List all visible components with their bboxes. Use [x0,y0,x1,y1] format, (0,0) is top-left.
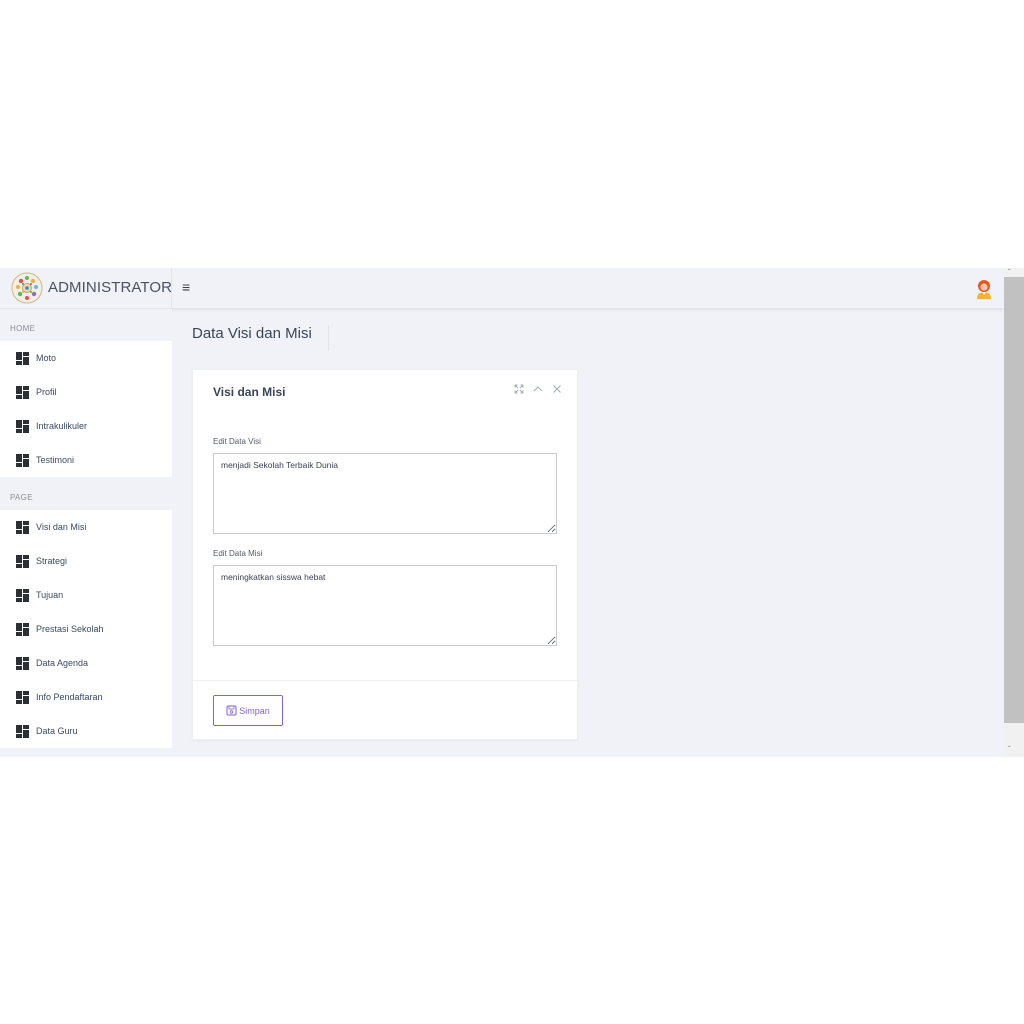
dashboard-icon [16,622,29,636]
scroll-up-icon[interactable]: ˆ [1008,269,1011,277]
sidebar-item-intrakulikuler[interactable]: Intrakulikuler [0,409,172,443]
sidebar-item-label: Prestasi Sekolah [36,624,104,634]
hamburger-icon[interactable]: ≡ [182,279,190,295]
sidebar-item-tujuan[interactable]: Tujuan [0,578,172,612]
user-avatar-icon[interactable] [975,279,993,299]
sidebar-group-home: Moto Profil Intrakulikuler Testimoni [0,341,172,477]
dashboard-icon [16,554,29,568]
sidebar-item-info-pendaftaran[interactable]: Info Pendaftaran [0,680,172,714]
sidebar-item-label: Intrakulikuler [36,421,88,431]
sidebar-item-moto[interactable]: Moto [0,341,172,375]
sidebar-item-label: Moto [36,353,57,363]
dashboard-icon [16,351,29,365]
sidebar-item-visi-dan-misi[interactable]: Visi dan Misi [0,510,172,544]
page-scrollbar[interactable]: ˆ ˇ [1004,268,1024,757]
sidebar-section-page: PAGE [10,493,33,502]
dashboard-icon [16,656,29,670]
brand[interactable]: ADMINISTRATOR [0,268,172,309]
sidebar-item-prestasi-sekolah[interactable]: Prestasi Sekolah [0,612,172,646]
dashboard-icon [16,690,29,704]
card-title: Visi dan Misi [213,385,286,399]
card-footer-divider [193,680,577,681]
visi-textarea[interactable]: menjadi Sekolah Terbaik Dunia [213,453,557,534]
sidebar-item-label: Strategi [36,556,68,566]
visi-misi-card: Visi dan Misi Edit Data Visi menjadi Sek… [192,369,578,740]
sidebar-item-testimoni[interactable]: Testimoni [0,443,172,477]
dashboard-icon [16,453,29,467]
misi-textarea[interactable]: meningkatkan sisswa hebat [213,565,557,646]
dashboard-icon [16,520,29,534]
collapse-icon[interactable] [532,383,544,395]
scroll-thumb[interactable] [1004,277,1024,723]
school-logo-icon [11,272,43,304]
sidebar-item-label: Visi dan Misi [36,522,87,532]
sidebar-item-label: Profil [36,387,57,397]
brand-title: ADMINISTRATOR [48,279,173,296]
sidebar-item-label: Data Guru [36,726,78,736]
visi-field-label: Edit Data Visi [213,437,261,446]
page-title: Data Visi dan Misi [192,325,329,351]
dashboard-icon [16,588,29,602]
scroll-down-icon[interactable]: ˇ [1008,746,1011,754]
sidebar-group-page: Visi dan Misi Strategi Tujuan Prestasi S… [0,510,172,748]
sidebar: HOME Moto Profil Intrakulikuler Testimon… [0,309,172,757]
sidebar-item-profil[interactable]: Profil [0,375,172,409]
sidebar-item-data-guru[interactable]: Data Guru [0,714,172,748]
sidebar-item-data-agenda[interactable]: Data Agenda [0,646,172,680]
dashboard-icon [16,419,29,433]
sidebar-section-home: HOME [10,324,36,333]
save-button[interactable]: Simpan [213,695,283,726]
sidebar-item-label: Data Agenda [36,658,89,668]
close-icon[interactable] [551,383,563,395]
save-button-label: Simpan [239,705,270,716]
sidebar-item-label: Info Pendaftaran [36,692,103,702]
sidebar-item-label: Testimoni [36,455,75,465]
save-icon [226,705,237,716]
top-navbar: ADMINISTRATOR ≡ [0,268,1004,309]
sidebar-item-strategi[interactable]: Strategi [0,544,172,578]
expand-icon[interactable] [513,383,525,395]
sidebar-item-label: Tujuan [36,590,64,600]
dashboard-icon [16,385,29,399]
dashboard-icon [16,724,29,738]
admin-app: ADMINISTRATOR ≡ HOME Moto Profil Intraku… [0,268,1024,757]
misi-field-label: Edit Data Misi [213,549,263,558]
